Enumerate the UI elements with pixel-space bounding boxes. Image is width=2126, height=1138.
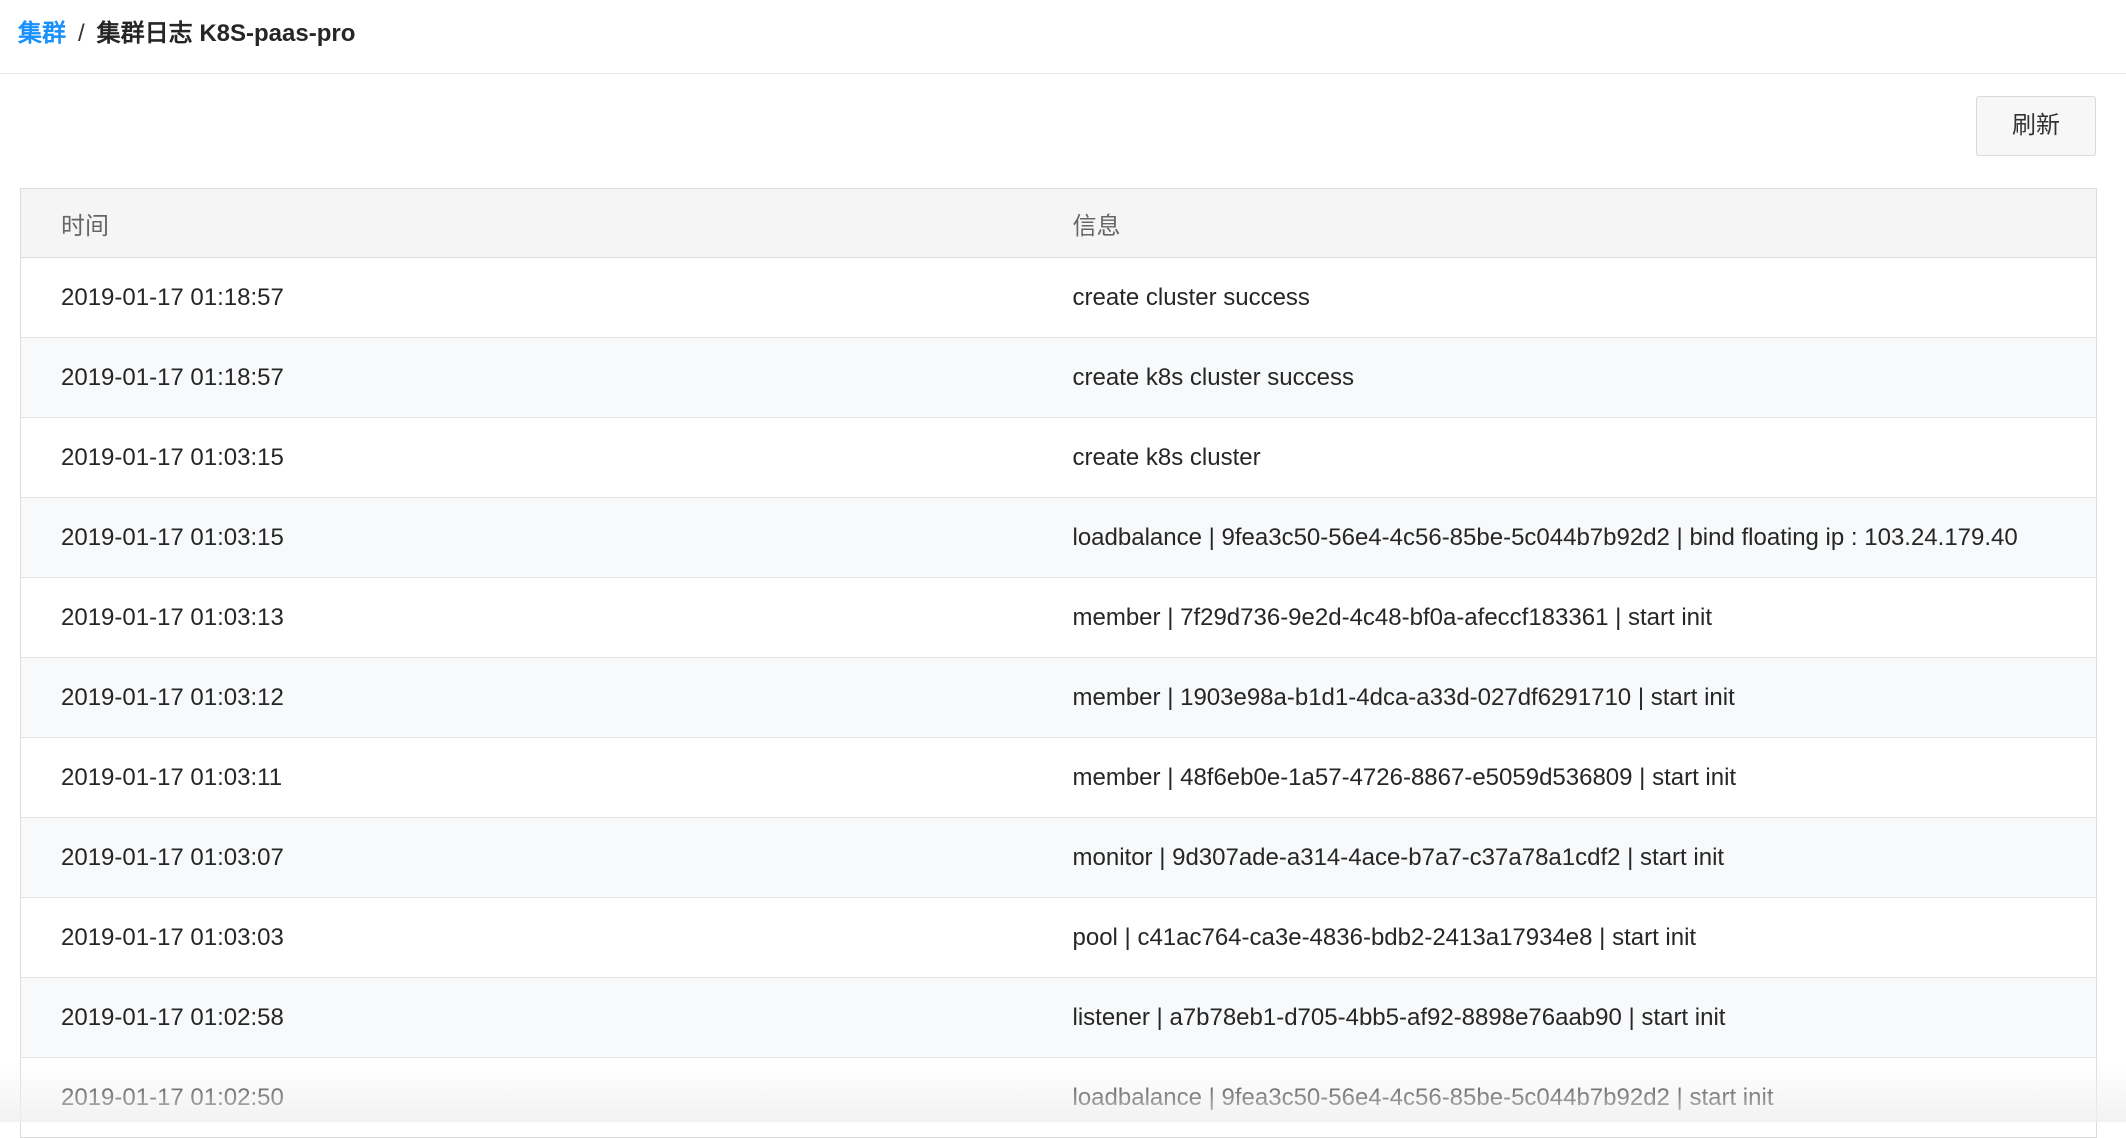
cell-time: 2019-01-17 01:03:12 [20, 657, 1033, 738]
cell-time: 2019-01-17 01:03:15 [20, 497, 1033, 578]
table-row: 2019-01-17 01:03:15 loadbalance | 9fea3c… [20, 497, 2097, 578]
table-row: 2019-01-17 01:02:58 listener | a7b78eb1-… [20, 977, 2097, 1058]
cell-time: 2019-01-17 01:03:11 [20, 737, 1033, 818]
cell-message: listener | a7b78eb1-d705-4bb5-af92-8898e… [1032, 977, 2097, 1058]
table-row: 2019-01-17 01:03:15 create k8s cluster [20, 417, 2097, 498]
top-bar: 集群 / 集群日志 K8S-paas-pro [0, 0, 2126, 74]
table-header-row: 时间 信息 [20, 188, 2097, 258]
table-row: 2019-01-17 01:02:50 loadbalance | 9fea3c… [20, 1057, 2097, 1138]
cell-time: 2019-01-17 01:03:07 [20, 817, 1033, 898]
table-row: 2019-01-17 01:18:57 create k8s cluster s… [20, 337, 2097, 418]
cluster-log-table: 时间 信息 2019-01-17 01:18:57 create cluster… [20, 188, 2097, 1138]
cell-time: 2019-01-17 01:18:57 [20, 257, 1033, 338]
cell-message: member | 7f29d736-9e2d-4c48-bf0a-afeccf1… [1032, 577, 2097, 658]
cell-time: 2019-01-17 01:03:13 [20, 577, 1033, 658]
cell-message: pool | c41ac764-ca3e-4836-bdb2-2413a1793… [1032, 897, 2097, 978]
cell-time: 2019-01-17 01:03:15 [20, 417, 1033, 498]
cell-message: create cluster success [1032, 257, 2097, 338]
column-header-info: 信息 [1032, 188, 2097, 258]
table-row: 2019-01-17 01:03:11 member | 48f6eb0e-1a… [20, 737, 2097, 818]
breadcrumb-link-cluster[interactable]: 集群 [18, 20, 66, 47]
table-row: 2019-01-17 01:03:07 monitor | 9d307ade-a… [20, 817, 2097, 898]
table-row: 2019-01-17 01:18:57 create cluster succe… [20, 257, 2097, 338]
table-row: 2019-01-17 01:03:13 member | 7f29d736-9e… [20, 577, 2097, 658]
table-row: 2019-01-17 01:03:12 member | 1903e98a-b1… [20, 657, 2097, 738]
cell-message: create k8s cluster success [1032, 337, 2097, 418]
table-row: 2019-01-17 01:03:03 pool | c41ac764-ca3e… [20, 897, 2097, 978]
cell-message: loadbalance | 9fea3c50-56e4-4c56-85be-5c… [1032, 497, 2097, 578]
column-header-time: 时间 [20, 188, 1033, 258]
cell-message: member | 48f6eb0e-1a57-4726-8867-e5059d5… [1032, 737, 2097, 818]
cell-message: monitor | 9d307ade-a314-4ace-b7a7-c37a78… [1032, 817, 2097, 898]
page-title: 集群日志 K8S-paas-pro [96, 20, 356, 47]
cell-time: 2019-01-17 01:03:03 [20, 897, 1033, 978]
cell-time: 2019-01-17 01:02:58 [20, 977, 1033, 1058]
cell-time: 2019-01-17 01:02:50 [20, 1057, 1033, 1138]
cell-message: member | 1903e98a-b1d1-4dca-a33d-027df62… [1032, 657, 2097, 738]
cell-message: create k8s cluster [1032, 417, 2097, 498]
refresh-button[interactable]: 刷新 [1976, 96, 2096, 156]
breadcrumb-separator: / [78, 20, 85, 47]
cell-time: 2019-01-17 01:18:57 [20, 337, 1033, 418]
breadcrumb: 集群 / 集群日志 K8S-paas-pro [18, 18, 355, 50]
cell-message: loadbalance | 9fea3c50-56e4-4c56-85be-5c… [1032, 1057, 2097, 1138]
